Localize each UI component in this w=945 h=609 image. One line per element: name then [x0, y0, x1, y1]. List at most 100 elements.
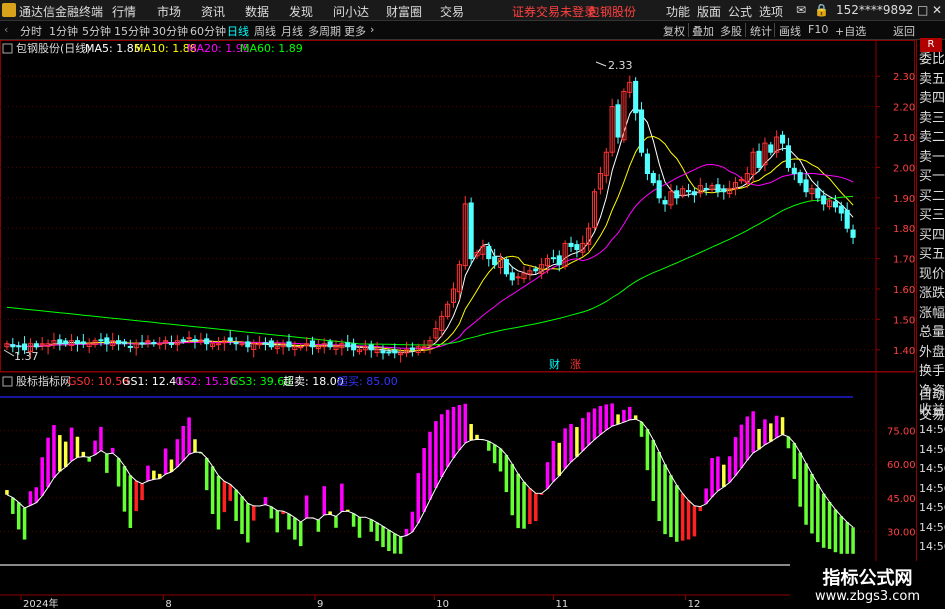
menu-hangqing[interactable]: 行情: [112, 3, 136, 20]
ma60-label: MA60: 1.89: [240, 42, 303, 55]
notification-icon[interactable]: ✉: [796, 3, 806, 17]
chart-settings-icon[interactable]: [2, 43, 13, 54]
period-30min[interactable]: 30分钟: [152, 23, 188, 39]
menu-banmian[interactable]: 版面: [697, 3, 721, 20]
candle-down: [486, 245, 492, 260]
lock-icon[interactable]: 🔒: [814, 3, 829, 17]
quote-field-label: 自动: [919, 388, 945, 403]
date-tick-label: 9: [317, 599, 323, 609]
watermark-url: www.zbgs3.com: [814, 589, 921, 604]
toolbar-duogu[interactable]: 多股: [720, 23, 742, 39]
candle-down: [850, 229, 856, 238]
candle-down: [797, 172, 803, 184]
menu-gongneng[interactable]: 功能: [666, 3, 690, 20]
watermark: 指标公式网 www.zbgs3.com: [790, 561, 945, 609]
candle-down: [638, 109, 645, 153]
candle-down: [351, 343, 357, 351]
candle-down: [662, 200, 668, 205]
candle-down: [650, 173, 656, 184]
candle-down: [615, 104, 621, 138]
period-daily[interactable]: 日线: [227, 23, 249, 39]
period-5min[interactable]: 5分钟: [82, 23, 111, 39]
low-price-label: 1.37: [14, 350, 39, 363]
toolbar-f10[interactable]: F10: [808, 23, 828, 36]
candle-down: [227, 337, 233, 342]
toolbar-divider: [745, 23, 746, 37]
high-price-label: 2.33: [608, 59, 633, 72]
quote-field-label: 卖二: [919, 130, 945, 145]
main-chart-frame: [0, 40, 915, 372]
toolbar-tongji[interactable]: 统计: [750, 23, 772, 39]
candle-down: [779, 134, 786, 144]
trade-login-status[interactable]: 证券交易未登录: [512, 3, 596, 20]
candle-up: [145, 340, 151, 343]
quote-field-label: 14:56: [919, 501, 945, 514]
period-1min[interactable]: 1分钟: [49, 23, 78, 39]
overbought-label: 超买: 85.00: [337, 374, 398, 388]
quote-field-label: 涨幅: [919, 305, 945, 321]
kline-chart-area[interactable]: 2.30 2.20 2.10 2.00 1.90 1.80 1.70 1.60 1.50 1.40…: [0, 40, 915, 609]
candle-down: [392, 349, 398, 354]
finance-marker[interactable]: 财: [549, 357, 560, 371]
menu-jiaoyi[interactable]: 交易: [440, 3, 464, 20]
candle-down: [192, 338, 198, 342]
candle-down: [715, 184, 721, 193]
candle-down: [633, 80, 639, 114]
menu-faxian[interactable]: 发现: [289, 3, 313, 20]
period-more[interactable]: 更多: [344, 23, 366, 39]
price-grid: [0, 75, 876, 351]
price-tick-label: 1.50: [893, 315, 915, 326]
menu-caifuquan[interactable]: 财富圈: [386, 3, 422, 20]
period-monthly[interactable]: 月线: [281, 23, 303, 39]
maximize-button[interactable]: □: [917, 3, 928, 17]
more-chevron-icon[interactable]: ›: [370, 23, 374, 36]
candle-up: [298, 346, 304, 349]
toolbar-diejia[interactable]: 叠加: [692, 23, 714, 39]
menu-bar: 通达信金融终端 行情 市场 资讯 数据 发现 问小达 财富圈 交易 证券交易未登…: [0, 0, 945, 21]
candle-down: [703, 187, 709, 190]
menu-shuju[interactable]: 数据: [245, 3, 269, 20]
price-axis: 2.30 2.20 2.10 2.00 1.90 1.80 1.70 1.60 1.50 1.40: [876, 72, 915, 357]
period-weekly[interactable]: 周线: [254, 23, 276, 39]
candle-down: [139, 342, 145, 345]
menu-wenxiaoda[interactable]: 问小达: [333, 3, 369, 20]
indicator-tick-label: 30.00: [887, 527, 915, 538]
toolbar-fanhui[interactable]: 返回: [893, 23, 915, 39]
period-60min[interactable]: 60分钟: [190, 23, 226, 39]
price-tick-label: 2.10: [893, 133, 915, 144]
period-multi[interactable]: 多周期: [308, 23, 341, 39]
chart-title: 包钢股份(日线): [16, 41, 91, 55]
period-15min[interactable]: 15分钟: [114, 23, 150, 39]
toolbar-back-icon[interactable]: ‹: [4, 23, 8, 36]
toolbar-fuquan[interactable]: 复权: [663, 23, 685, 39]
candle-down: [80, 341, 86, 345]
candle-up: [515, 276, 521, 279]
indicator-tick-label: 60.00: [887, 460, 915, 471]
candle-down: [22, 343, 28, 351]
minimize-button[interactable]: −: [902, 3, 912, 17]
moving-average-lines: [6, 105, 854, 353]
gs2-label: GS2: 15.36: [175, 375, 236, 388]
period-fenshi[interactable]: 分时: [20, 23, 42, 39]
close-button[interactable]: ✕: [932, 3, 942, 17]
candle-down: [345, 342, 351, 348]
candle-down: [721, 188, 727, 193]
candle-down: [791, 167, 797, 175]
menu-xuanxiang[interactable]: 选项: [759, 3, 783, 20]
toolbar-zixuan[interactable]: +自选: [835, 23, 866, 39]
toolbar-huaxian[interactable]: 画线: [779, 23, 801, 39]
rise-marker[interactable]: 涨: [570, 358, 581, 371]
menu-shichang[interactable]: 市场: [157, 3, 181, 20]
candle-down: [368, 344, 374, 351]
indicator-histogram: [5, 403, 855, 554]
candle-down: [768, 144, 774, 153]
menu-gongshi[interactable]: 公式: [728, 3, 752, 20]
quote-field-label: 买一: [919, 169, 945, 184]
price-tick-label: 1.90: [893, 194, 915, 205]
menu-zixun[interactable]: 资讯: [201, 3, 225, 20]
app-logo-icon: [2, 3, 16, 17]
price-tick-label: 2.00: [893, 163, 915, 174]
indicator-settings-icon[interactable]: [2, 376, 13, 387]
candle-down: [568, 242, 574, 247]
candle-down: [10, 344, 16, 348]
